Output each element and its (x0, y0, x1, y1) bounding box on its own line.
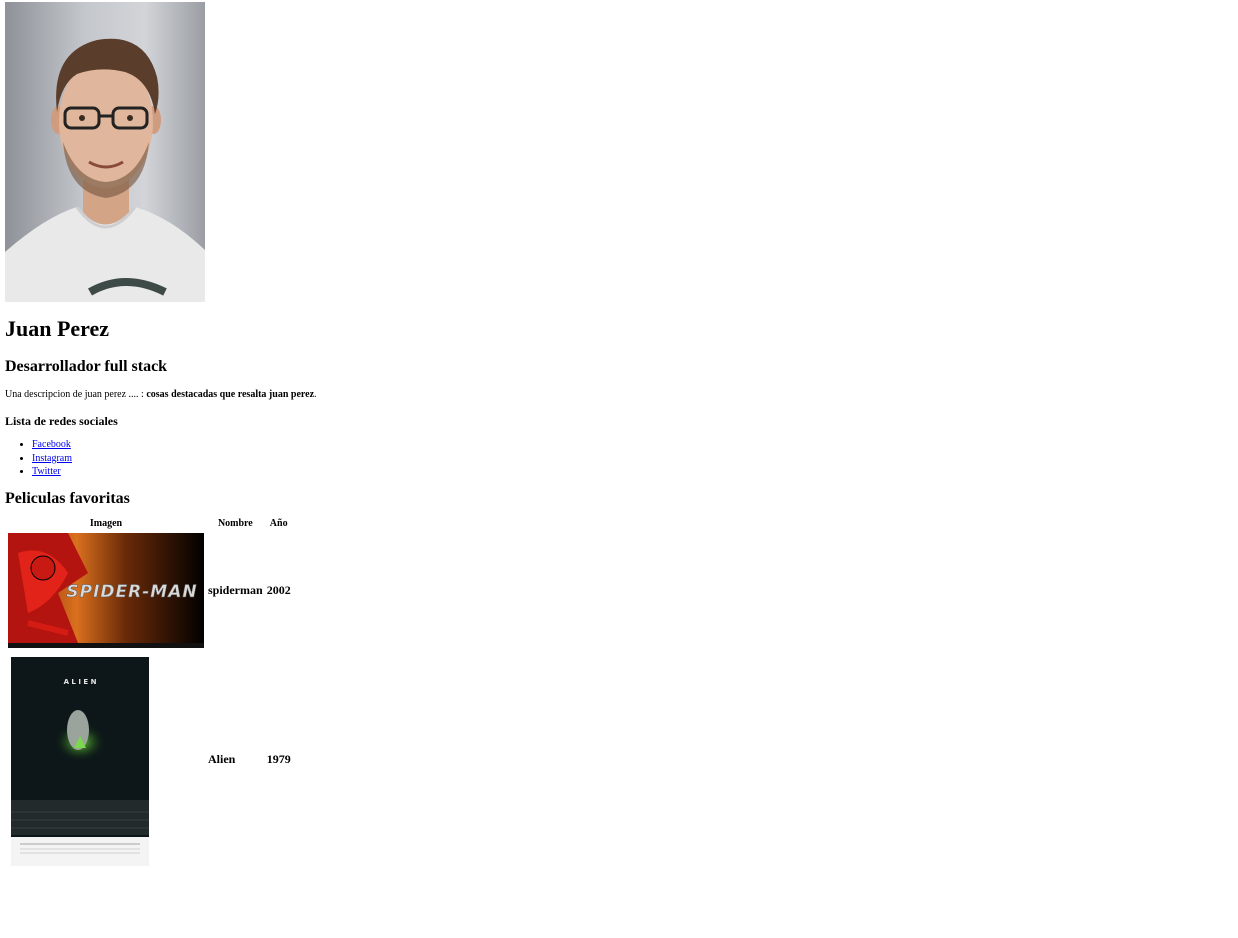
profile-role: Desarrollador full stack (5, 358, 168, 375)
profile-description: Una descripcion de juan perez .... : cos… (5, 389, 1205, 401)
movie-image-cell: A L I E N (7, 651, 205, 869)
movies-table: Imagen Nombre Año SPIDER-MAN spiderman 2… (5, 515, 294, 871)
facebook-link[interactable]: Facebook (32, 439, 71, 450)
movie-year-cell: 2002 (266, 582, 291, 597)
profile-page: Juan Perez Desarrollador full stack Una … (5, 2, 1205, 871)
social-links-list: Facebook Instagram Twitter (5, 438, 1205, 479)
spiderman-poster-image: SPIDER-MAN (8, 532, 204, 648)
social-item-twitter: Twitter (32, 465, 1205, 479)
table-header-row: Imagen Nombre Año (7, 517, 292, 530)
description-text: Una descripcion de juan perez .... : (5, 389, 147, 400)
description-highlight: cosas destacadas que resalta juan perez (146, 389, 315, 400)
profile-name: Juan Perez (5, 316, 110, 341)
spiderman-poster-title: SPIDER-MAN (66, 582, 197, 602)
social-heading: Lista de redes sociales (5, 414, 118, 428)
movie-year-cell: 1979 (266, 752, 291, 766)
movie-name-cell: Alien (208, 752, 236, 766)
social-item-instagram: Instagram (32, 452, 1205, 466)
alien-poster-title: A L I E N (64, 678, 97, 686)
description-suffix: . (314, 389, 317, 400)
person-portrait-image (5, 38, 205, 302)
column-header-name: Nombre (217, 517, 253, 529)
movie-image-cell: SPIDER-MAN (7, 532, 205, 649)
movie-name-cell: spiderman (208, 582, 263, 597)
twitter-link[interactable]: Twitter (32, 466, 61, 477)
column-header-year: Año (269, 517, 288, 529)
column-header-image: Imagen (89, 517, 123, 529)
movies-heading: Peliculas favoritas (5, 489, 130, 507)
table-row: A L I E N Alien 1979 (7, 651, 292, 869)
instagram-link[interactable]: Instagram (32, 453, 72, 464)
profile-photo (5, 2, 205, 302)
alien-poster-image: A L I E N (8, 651, 152, 868)
social-item-facebook: Facebook (32, 438, 1205, 452)
table-row: SPIDER-MAN spiderman 2002 (7, 532, 292, 649)
